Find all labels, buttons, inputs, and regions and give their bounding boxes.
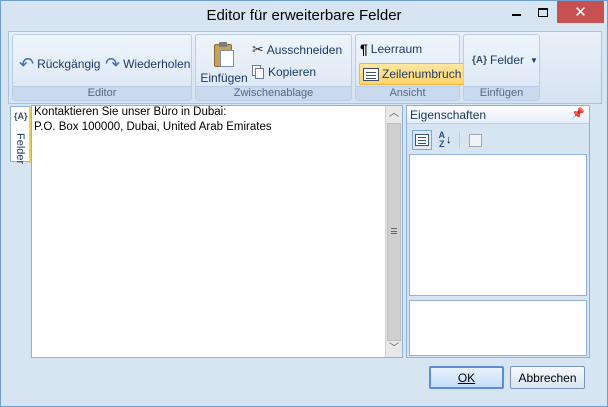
whitespace-label: Leerraum	[370, 42, 423, 56]
copy-button[interactable]: Kopieren	[252, 65, 316, 79]
property-pages-icon	[468, 133, 482, 147]
grip-icon	[391, 228, 397, 234]
ok-button[interactable]: OK	[429, 366, 504, 389]
group-label-clipboard: Zwischenablage	[196, 86, 351, 100]
properties-title: Eigenschaften	[410, 108, 487, 122]
scrollbar-thumb[interactable]	[387, 123, 401, 341]
cut-button[interactable]: ✂ Ausschneiden	[252, 41, 342, 58]
ribbon-group-insert: {A} Felder ▼ Einfügen	[463, 34, 540, 101]
paste-label: Einfügen	[200, 71, 248, 85]
maximize-button[interactable]	[530, 1, 556, 23]
pilcrow-icon: ¶	[360, 41, 368, 57]
sort-arrow-icon: ↓	[446, 134, 452, 146]
fields-label: Felder	[490, 53, 525, 67]
side-tab-fields[interactable]: {A} Felder	[10, 106, 31, 165]
copy-label: Kopieren	[268, 65, 317, 79]
ok-label: OK	[457, 370, 476, 385]
group-label-insert: Einfügen	[464, 86, 539, 100]
clipboard-icon	[213, 42, 235, 68]
text-editor[interactable]: Kontaktieren Sie unser Büro in Dubai: P.…	[31, 105, 403, 358]
property-description	[409, 300, 587, 356]
cancel-label: Abbrechen	[518, 370, 577, 385]
properties-header: Eigenschaften 📌	[407, 106, 589, 124]
pin-icon[interactable]: 📌	[571, 107, 585, 120]
maximize-icon	[538, 7, 548, 17]
wordwrap-toggle[interactable]: Zeilenumbruch	[359, 63, 466, 85]
properties-panel: Eigenschaften 📌 AZ ↓	[406, 105, 590, 358]
categorized-icon	[415, 134, 429, 146]
cancel-button[interactable]: Abbrechen	[510, 366, 585, 389]
scissors-icon: ✂	[252, 41, 264, 57]
properties-toolbar: AZ ↓	[409, 128, 589, 152]
redo-label: Wiederholen	[123, 57, 191, 71]
chevron-down-icon[interactable]: ﹀	[386, 341, 402, 357]
wordwrap-label: Zeilenumbruch	[382, 67, 462, 81]
minimize-icon	[511, 14, 521, 16]
categorized-button[interactable]	[412, 130, 432, 150]
ribbon-group-editor: ↶ Rückgängig ↷ Wiederholen Editor	[12, 34, 192, 101]
paste-button[interactable]: Einfügen	[198, 37, 250, 87]
side-tab-label: Felder	[14, 133, 26, 165]
title-bar[interactable]: Editor für erweiterbare Felder ✕	[1, 1, 607, 31]
ribbon-group-clipboard: Einfügen ✂ Ausschneiden Kopieren Zwische…	[195, 34, 352, 101]
undo-icon: ↶	[19, 54, 35, 74]
ribbon-group-view: ¶ Leerraum Zeilenumbruch Ansicht	[355, 34, 466, 101]
close-icon: ✕	[574, 3, 587, 21]
chevron-up-icon[interactable]: ︿	[386, 106, 402, 122]
redo-icon: ↷	[105, 54, 121, 74]
close-button[interactable]: ✕	[557, 1, 604, 23]
whitespace-toggle[interactable]: ¶ Leerraum	[360, 41, 422, 57]
wordwrap-icon	[363, 67, 379, 81]
group-label-editor: Editor	[13, 86, 191, 100]
undo-label: Rückgängig	[37, 57, 101, 71]
field-braces-icon: {A}	[14, 111, 28, 121]
property-pages-button[interactable]	[465, 130, 485, 150]
cut-label: Ausschneiden	[266, 42, 343, 57]
group-label-view: Ansicht	[356, 86, 459, 100]
fields-dropdown-button[interactable]: {A} Felder ▼	[472, 53, 538, 67]
chevron-down-icon: ▼	[530, 55, 538, 65]
editor-vertical-scrollbar[interactable]: ︿ ﹀	[385, 106, 402, 357]
field-braces-icon: {A}	[472, 54, 488, 66]
minimize-button[interactable]	[503, 1, 529, 23]
sort-alphabetical-icon: AZ	[438, 130, 446, 149]
ribbon: ↶ Rückgängig ↷ Wiederholen Editor Einfüg…	[8, 31, 602, 104]
alphabetical-button[interactable]: AZ ↓	[435, 130, 455, 150]
property-grid[interactable]	[409, 154, 587, 296]
redo-button[interactable]: ↷ Wiederholen	[105, 55, 190, 73]
editor-line: P.O. Box 100000, Dubai, United Arab Emir…	[34, 121, 272, 133]
undo-button[interactable]: ↶ Rückgängig	[19, 55, 100, 73]
toolbar-separator	[459, 132, 460, 148]
copy-icon	[252, 65, 265, 79]
editor-line: Kontaktieren Sie unser Büro in Dubai:	[34, 106, 227, 118]
editor-window: Editor für erweiterbare Felder ✕ ↶ Rückg…	[0, 0, 608, 407]
